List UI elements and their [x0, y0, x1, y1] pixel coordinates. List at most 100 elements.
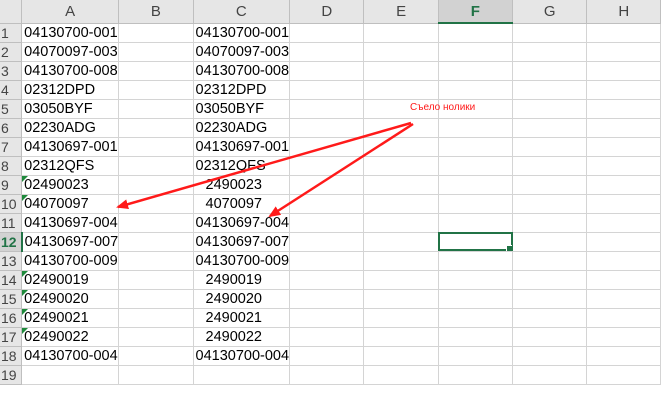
- cell-d8[interactable]: [289, 156, 365, 176]
- cell-b10[interactable]: [118, 194, 194, 214]
- cell-h11[interactable]: [586, 213, 661, 233]
- cell-h16[interactable]: [586, 308, 661, 328]
- cell-g13[interactable]: [512, 251, 588, 271]
- row-header-3[interactable]: 3: [0, 61, 23, 81]
- cell-h14[interactable]: [586, 270, 661, 290]
- cell-c15[interactable]: 2490020: [193, 289, 291, 309]
- cell-g5[interactable]: [512, 99, 588, 119]
- cell-f16[interactable]: [438, 308, 514, 328]
- row-header-14[interactable]: 14: [0, 270, 23, 290]
- cell-h1[interactable]: [586, 23, 661, 43]
- cell-d19[interactable]: [289, 365, 365, 385]
- cell-a16[interactable]: 02490021: [21, 308, 120, 328]
- cell-c14[interactable]: 2490019: [193, 270, 291, 290]
- cell-d13[interactable]: [289, 251, 365, 271]
- cell-c5[interactable]: 03050BYF: [193, 99, 291, 119]
- cell-f4[interactable]: [438, 80, 514, 100]
- cell-e8[interactable]: [363, 156, 439, 176]
- cell-a4[interactable]: 02312DPD: [21, 80, 120, 100]
- cell-g11[interactable]: [512, 213, 588, 233]
- cell-g6[interactable]: [512, 118, 588, 138]
- cell-e1[interactable]: [363, 23, 439, 43]
- cell-f12[interactable]: [438, 232, 514, 252]
- row-header-11[interactable]: 11: [0, 213, 23, 233]
- column-header-b[interactable]: B: [118, 0, 194, 24]
- cell-a8[interactable]: 02312QFS: [21, 156, 120, 176]
- cell-b15[interactable]: [118, 289, 194, 309]
- cell-b18[interactable]: [118, 346, 194, 366]
- cell-b9[interactable]: [118, 175, 194, 195]
- cell-b13[interactable]: [118, 251, 194, 271]
- cell-a3[interactable]: 04130700-008: [21, 61, 120, 81]
- cell-b11[interactable]: [118, 213, 194, 233]
- cell-b16[interactable]: [118, 308, 194, 328]
- cell-b19[interactable]: [118, 365, 194, 385]
- cell-e7[interactable]: [363, 137, 439, 157]
- cell-h9[interactable]: [586, 175, 661, 195]
- cell-f10[interactable]: [438, 194, 514, 214]
- cell-e19[interactable]: [363, 365, 439, 385]
- cell-g18[interactable]: [512, 346, 588, 366]
- cell-c1[interactable]: 04130700-001: [193, 23, 291, 43]
- cell-f6[interactable]: [438, 118, 514, 138]
- cell-f15[interactable]: [438, 289, 514, 309]
- cell-f13[interactable]: [438, 251, 514, 271]
- cell-d2[interactable]: [289, 42, 365, 62]
- cell-c19[interactable]: [193, 365, 291, 385]
- column-header-d[interactable]: D: [289, 0, 365, 24]
- cell-e17[interactable]: [363, 327, 439, 347]
- cell-f11[interactable]: [438, 213, 514, 233]
- cell-a13[interactable]: 04130700-009: [21, 251, 120, 271]
- cell-e18[interactable]: [363, 346, 439, 366]
- cell-d17[interactable]: [289, 327, 365, 347]
- cell-g7[interactable]: [512, 137, 588, 157]
- cell-f18[interactable]: [438, 346, 514, 366]
- cell-g3[interactable]: [512, 61, 588, 81]
- cell-h10[interactable]: [586, 194, 661, 214]
- cell-g8[interactable]: [512, 156, 588, 176]
- cell-f19[interactable]: [438, 365, 514, 385]
- row-header-2[interactable]: 2: [0, 42, 23, 62]
- cell-b8[interactable]: [118, 156, 194, 176]
- cell-c10[interactable]: 4070097: [193, 194, 291, 214]
- cell-c12[interactable]: 04130697-007: [193, 232, 291, 252]
- cell-f7[interactable]: [438, 137, 514, 157]
- cell-e2[interactable]: [363, 42, 439, 62]
- cell-d10[interactable]: [289, 194, 365, 214]
- row-header-1[interactable]: 1: [0, 23, 23, 43]
- cell-f2[interactable]: [438, 42, 514, 62]
- column-header-f[interactable]: F: [438, 0, 514, 24]
- row-header-10[interactable]: 10: [0, 194, 23, 214]
- column-header-a[interactable]: A: [21, 0, 120, 24]
- cell-d9[interactable]: [289, 175, 365, 195]
- cell-e13[interactable]: [363, 251, 439, 271]
- cell-d11[interactable]: [289, 213, 365, 233]
- row-header-9[interactable]: 9: [0, 175, 23, 195]
- cell-a15[interactable]: 02490020: [21, 289, 120, 309]
- row-header-12[interactable]: 12: [0, 232, 23, 252]
- cell-h4[interactable]: [586, 80, 661, 100]
- cell-a10[interactable]: 04070097: [21, 194, 120, 214]
- row-header-19[interactable]: 19: [0, 365, 23, 385]
- cell-h8[interactable]: [586, 156, 661, 176]
- cell-g2[interactable]: [512, 42, 588, 62]
- cell-c2[interactable]: 04070097-003: [193, 42, 291, 62]
- cell-h5[interactable]: [586, 99, 661, 119]
- cell-h7[interactable]: [586, 137, 661, 157]
- cell-a11[interactable]: 04130697-004: [21, 213, 120, 233]
- cell-d6[interactable]: [289, 118, 365, 138]
- cell-e9[interactable]: [363, 175, 439, 195]
- cell-g19[interactable]: [512, 365, 588, 385]
- cell-h2[interactable]: [586, 42, 661, 62]
- cell-c3[interactable]: 04130700-008: [193, 61, 291, 81]
- cell-a12[interactable]: 04130697-007: [21, 232, 120, 252]
- cell-c13[interactable]: 04130700-009: [193, 251, 291, 271]
- cell-d14[interactable]: [289, 270, 365, 290]
- row-header-18[interactable]: 18: [0, 346, 23, 366]
- row-header-5[interactable]: 5: [0, 99, 23, 119]
- cell-c7[interactable]: 04130697-001: [193, 137, 291, 157]
- row-header-13[interactable]: 13: [0, 251, 23, 271]
- cell-g16[interactable]: [512, 308, 588, 328]
- cell-c17[interactable]: 2490022: [193, 327, 291, 347]
- select-all-corner[interactable]: [0, 0, 23, 24]
